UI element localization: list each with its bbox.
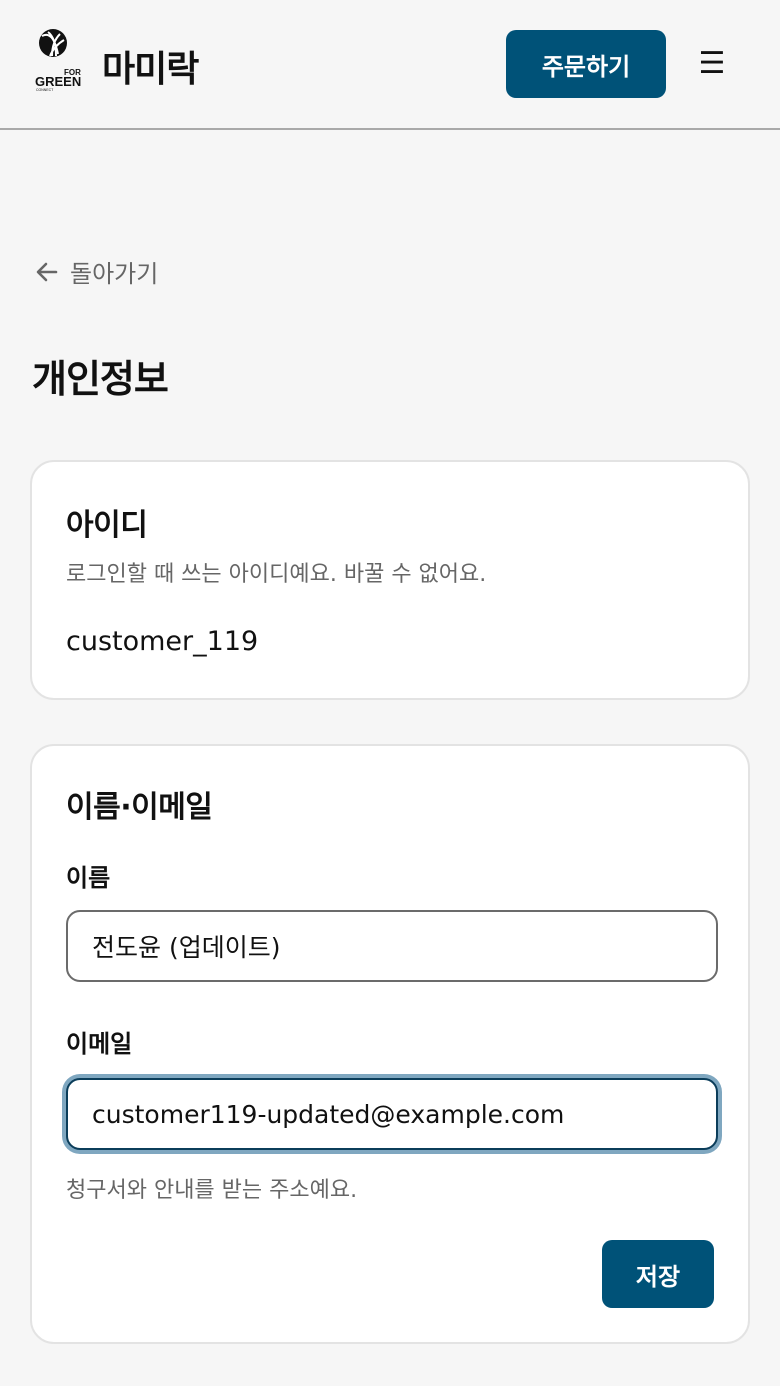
order-button[interactable]: 주문하기: [506, 30, 666, 98]
brand-name[interactable]: 마미락: [102, 40, 199, 92]
hamburger-menu-icon[interactable]: ☰: [696, 48, 728, 80]
back-link[interactable]: 돌아가기: [34, 254, 158, 289]
id-card-description: 로그인할 때 쓰는 아이디예요. 바꿀 수 없어요.: [66, 562, 487, 587]
arrow-left-icon: [36, 262, 58, 281]
logo-text-green: GREEN: [35, 74, 81, 89]
name-label: 이름: [66, 864, 111, 892]
page-title: 개인정보: [32, 357, 169, 401]
id-card-title: 아이디: [66, 508, 148, 543]
logo-text-connect: CONNECT: [36, 88, 54, 92]
profile-card: 이름·이메일 이름 이메일 청구서와 안내를 받는 주소예요. 저장: [30, 744, 750, 1344]
email-help-text: 청구서와 안내를 받는 주소예요.: [66, 1178, 358, 1203]
brand-logo[interactable]: FOR GREEN CONNECT: [34, 28, 86, 92]
name-input[interactable]: [66, 910, 718, 982]
save-button[interactable]: 저장: [602, 1240, 714, 1308]
profile-card-title: 이름·이메일: [66, 790, 213, 825]
back-link-label: 돌아가기: [70, 260, 159, 288]
email-input[interactable]: [66, 1078, 718, 1150]
id-card: 아이디 로그인할 때 쓰는 아이디예요. 바꿀 수 없어요. customer_…: [30, 460, 750, 700]
leaf-logo-icon: FOR GREEN CONNECT: [35, 29, 81, 92]
email-label: 이메일: [66, 1030, 133, 1058]
site-header: FOR GREEN CONNECT 마미락 주문하기 ☰: [0, 0, 780, 130]
id-value: customer_119: [66, 626, 259, 657]
